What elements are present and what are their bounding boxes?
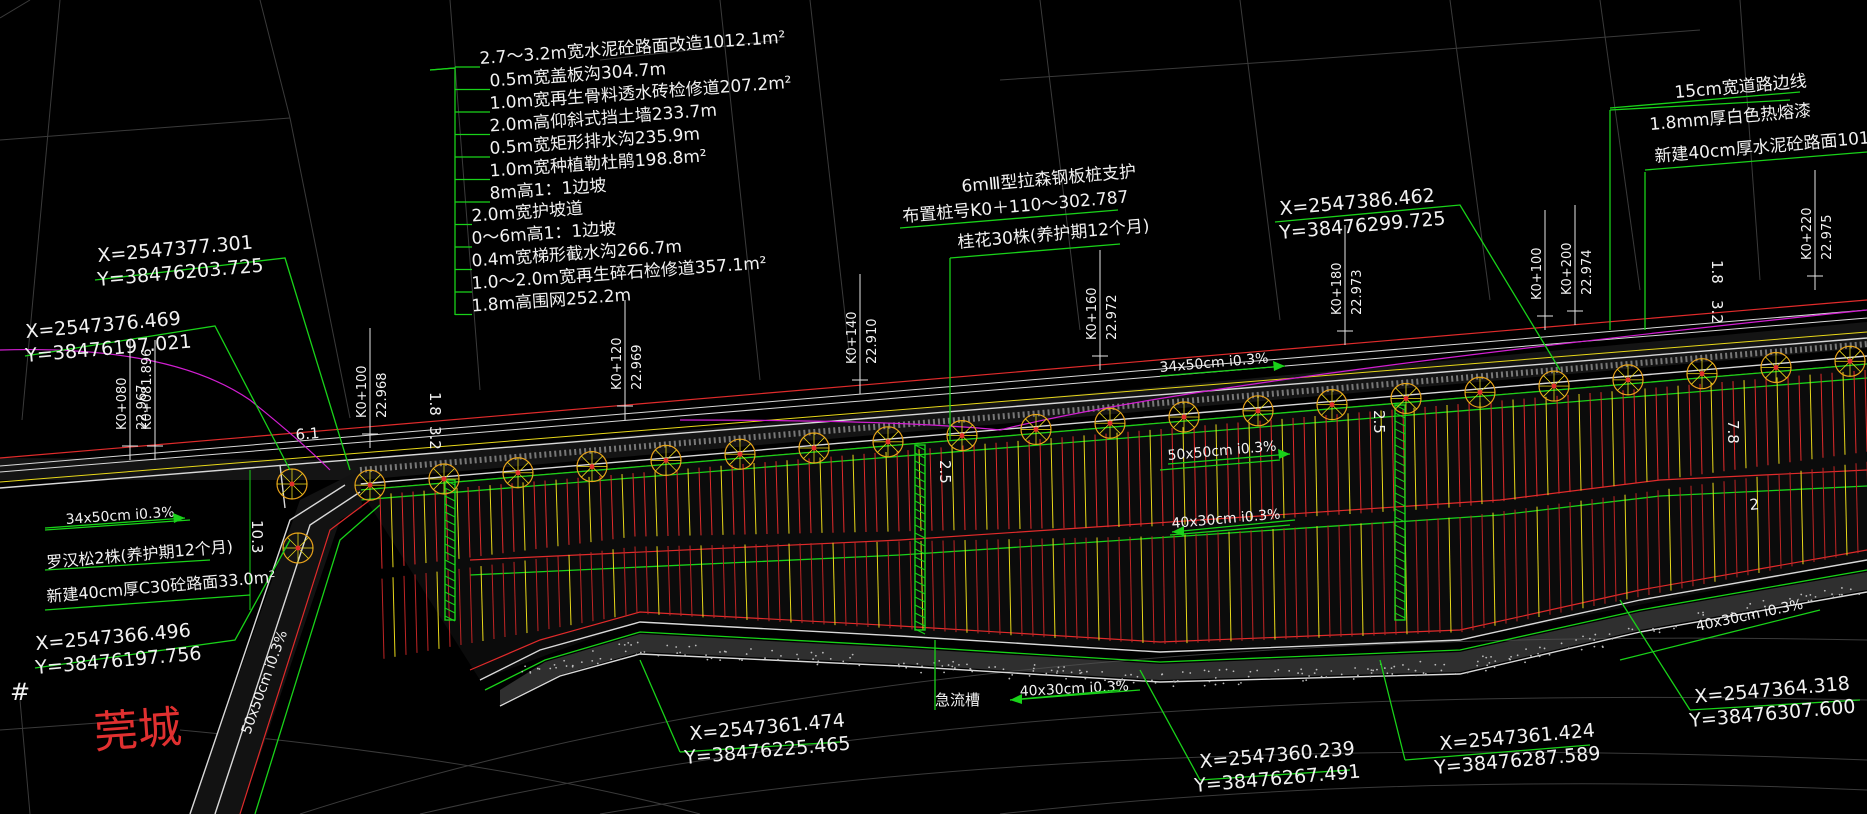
tree-icon <box>577 452 607 482</box>
station-number: K0+140 <box>845 311 860 364</box>
station-elevation: 22.975 <box>1820 215 1835 261</box>
dim-9: 2.5 <box>1370 410 1388 434</box>
tree-icon <box>503 458 533 488</box>
station-number: K0+160 <box>1085 287 1100 340</box>
tree-icon <box>1687 359 1717 389</box>
tree-icon <box>651 445 681 475</box>
station-number: K0+180 <box>1330 262 1345 315</box>
station-elevation: 22.910 <box>865 319 880 365</box>
dim-4: 3.2 <box>1708 300 1726 324</box>
tree-icon <box>725 439 755 469</box>
station-number: K0+100 <box>1530 247 1545 300</box>
station-number: K0+080 <box>115 377 130 430</box>
tree-icon <box>1539 371 1569 401</box>
dim-10: 2 <box>1749 495 1760 514</box>
tree-icon <box>947 421 977 451</box>
tree-icon <box>355 470 385 500</box>
dim-5: 2.5 <box>936 460 954 484</box>
tree-icon <box>1021 414 1051 444</box>
tree-icon <box>1391 383 1421 413</box>
station-elevation: 22.969 <box>630 345 645 391</box>
tree-icon <box>1613 365 1643 395</box>
tree-icon <box>429 464 459 494</box>
dim-7: 6.1 <box>295 424 320 444</box>
station-number: K0+100 <box>355 365 370 418</box>
station-number: K0+081.896 <box>140 349 155 430</box>
dim-3: 1.8 <box>1708 260 1726 284</box>
tree-icon <box>283 533 313 563</box>
tree-icon <box>873 427 903 457</box>
station-elevation: 22.973 <box>1350 270 1365 316</box>
dim-8: 10.3 <box>248 520 266 553</box>
cad-drawing[interactable]: K0+080 22.967K0+081.896 K0+100 22.968K0+120… <box>0 0 1867 814</box>
tree-icon <box>277 469 307 499</box>
tree-icon <box>1835 346 1865 376</box>
station-elevation: 22.968 <box>375 373 390 419</box>
tree-icon <box>1095 408 1125 438</box>
tree-icon <box>1465 377 1495 407</box>
chute-label: 急流槽 <box>935 691 980 709</box>
tree-icon <box>799 433 829 463</box>
dim-1: 1.8 <box>426 392 444 416</box>
tree-icon <box>1169 402 1199 432</box>
station-number: K0+200 <box>1560 242 1575 295</box>
grid-mark: # <box>10 678 30 706</box>
station-elevation: 22.974 <box>1580 250 1595 296</box>
tree-icon <box>1761 352 1791 382</box>
dim-6: 7.8 <box>1724 420 1742 444</box>
district-name: 莞城 <box>92 702 183 759</box>
tree-icon <box>1317 390 1347 420</box>
station-number: K0+120 <box>610 337 625 390</box>
station-elevation: 22.972 <box>1105 295 1120 341</box>
tree-icon <box>1243 396 1273 426</box>
dim-2: 3.2 <box>426 426 444 450</box>
station-number: K0+220 <box>1800 207 1815 260</box>
